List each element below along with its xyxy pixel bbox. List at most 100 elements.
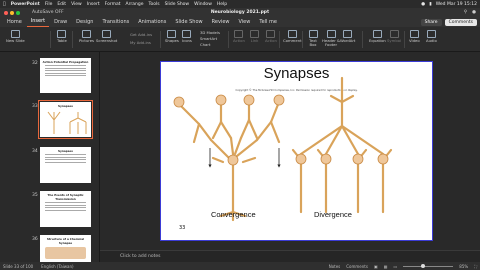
zoom-level[interactable]: 85% [459,264,468,269]
ribbon-divider [50,31,51,48]
new-slide-button[interactable]: New Slide [6,30,25,43]
wifi-icon[interactable]: ● [421,2,425,7]
screenshot-button[interactable]: Screenshot [96,30,117,43]
link-button[interactable]: Link [250,30,259,43]
tab-transitions[interactable]: Transitions [98,18,133,27]
autosave-toggle[interactable]: AutoSave OFF [32,10,64,15]
slide-thumbnail-35[interactable]: The Events of Synaptic Transmission [40,191,91,227]
divergence-cell-bodies [295,153,389,165]
menu-help[interactable]: Help [217,2,227,7]
tab-draw[interactable]: Draw [50,18,71,27]
divergence-label: Divergence [314,210,352,219]
thumbnail-number: 32 [32,61,38,66]
menu-slide-show[interactable]: Slide Show [165,2,190,7]
share-button[interactable]: Share [420,19,442,26]
comment-button[interactable]: Comment [283,30,302,43]
text-box-icon [308,30,318,38]
divergence-neurons [291,76,393,214]
slide-canvas[interactable]: Synapses Copyright © The McGraw-Hill Com… [160,61,433,241]
tab-insert[interactable]: Insert [26,17,50,27]
thumbnail-text-line [45,74,86,76]
fit-slide-icon[interactable]: ⛶ [474,264,477,269]
thumbnail-title: Structure of a Chemical Synapse [46,237,85,245]
slide-thumbnail-panel[interactable]: 32 Action Potential Propagation 33 Synap… [0,52,100,262]
action-button[interactable]: Action [233,30,245,43]
thumbnail-title: Action Potential Propagation [42,60,89,64]
minimize-window-button[interactable] [10,10,14,15]
comments-button[interactable]: Comments [444,19,477,26]
menu-file[interactable]: File [45,2,53,7]
slide-sorter-icon[interactable]: ▦ [384,264,388,269]
battery-icon[interactable]: ▮ [429,2,431,7]
slide-thumbnail-34[interactable]: Synapses [40,147,91,183]
tab-review[interactable]: Review [208,18,234,27]
comments-toggle[interactable]: Comments [346,264,368,269]
thumbnail-text-line [45,159,86,161]
wordart-icon [343,30,353,38]
menu-arrange[interactable]: Arrange [126,2,144,7]
equation-icon [372,30,382,38]
menu-insert[interactable]: Insert [87,2,100,7]
slide-thumbnail-32[interactable]: Action Potential Propagation [40,58,91,93]
shapes-button[interactable]: Shapes [165,30,179,43]
tab-design[interactable]: Design [72,18,97,27]
thumbnail-text-line [45,209,86,211]
menu-format[interactable]: Format [105,2,121,7]
user-icon[interactable]: ● [472,10,476,15]
zoom-slider-knob[interactable] [421,264,426,268]
app-menu[interactable]: PowerPoint [11,2,40,7]
tell-me-search[interactable]: Tell me [255,18,281,27]
slide-thumbnail-33[interactable]: Synapses [38,100,93,139]
chart-button[interactable]: Chart [200,42,210,47]
header-footer-button[interactable]: Header & Footer [322,30,340,47]
clock[interactable]: Wed Mar 19 15:12 [436,2,477,7]
normal-view-icon[interactable]: ▣ [374,264,378,269]
thumbnail-text-line [45,156,86,158]
action-icon [234,30,244,38]
search-icon[interactable]: ⚲ [464,10,467,15]
thumbnail-synapse-image [45,247,86,259]
tab-animations[interactable]: Animations [134,18,170,27]
zoom-slider[interactable] [403,264,454,268]
get-add-ins-button[interactable]: Get Add-ins [130,32,152,37]
shapes-icon [167,30,177,38]
close-window-button[interactable] [4,10,8,15]
icons-button[interactable]: Icons [182,30,192,43]
menu-edit[interactable]: Edit [57,2,66,7]
smartart-button[interactable]: SmartArt [200,36,217,41]
menu-tools[interactable]: Tools [148,2,159,7]
menu-view[interactable]: View [71,2,82,7]
language-indicator[interactable]: English (Taiwan) [41,264,73,269]
reading-view-icon[interactable]: ▭ [394,264,398,269]
video-icon [409,30,419,38]
convergence-divergence-diagram [173,76,393,222]
zoom-window-button[interactable] [16,10,20,15]
table-icon [57,30,67,38]
symbol-button[interactable]: Symbol [387,30,401,43]
action-button-2[interactable]: Action [265,30,277,43]
video-button[interactable]: Video [409,30,420,43]
thumbnail-text-line [45,67,86,69]
header-footer-icon [326,30,336,38]
notes-pane[interactable]: Click to add notes [100,250,480,262]
menu-window[interactable]: Window [194,2,212,7]
slide-thumbnail-36[interactable]: Structure of a Chemical Synapse [40,235,91,262]
apple-icon[interactable]:  [3,2,6,7]
tab-view[interactable]: View [234,18,254,27]
symbol-icon [389,30,399,38]
notes-toggle[interactable]: Notes [329,264,341,269]
my-add-ins-button[interactable]: My Add-ins [130,40,151,45]
3d-models-button[interactable]: 3D Models [200,30,220,35]
ribbon-toolbar: New Slide Table Pictures Screenshot Get … [0,27,480,52]
table-button[interactable]: Table [57,30,67,43]
equation-button[interactable]: Equation [369,30,386,43]
tab-slide-show[interactable]: Slide Show [171,18,206,27]
pictures-button[interactable]: Pictures [79,30,94,43]
thumbnail-text-line [45,207,86,209]
comment-icon [287,30,297,38]
wordart-button[interactable]: WordArt [340,30,355,43]
tab-home[interactable]: Home [3,18,26,27]
audio-button[interactable]: Audio [426,30,437,43]
text-box-button[interactable]: Text Box [306,30,320,47]
thumbnail-number: 36 [32,237,38,242]
